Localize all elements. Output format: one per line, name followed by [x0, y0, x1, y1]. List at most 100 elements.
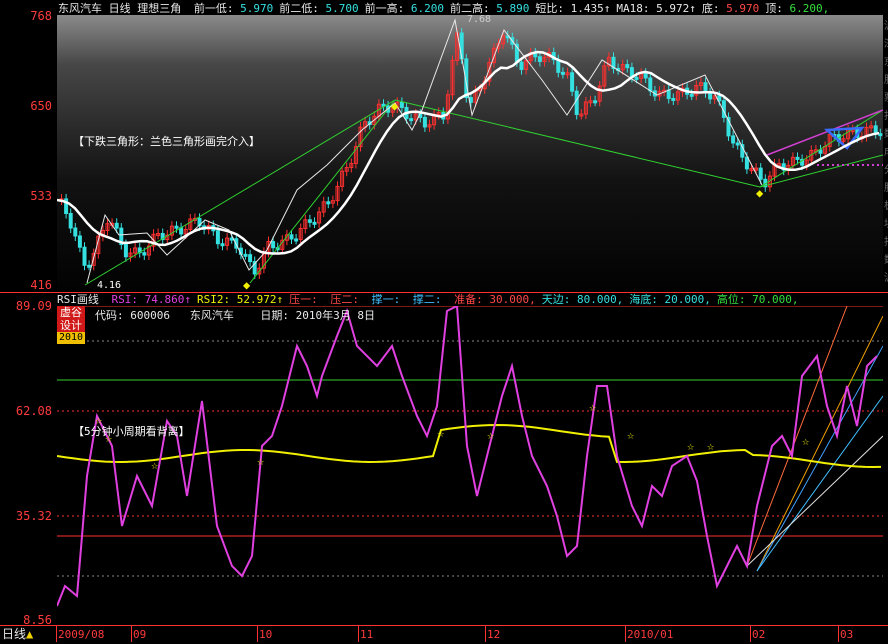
candle-body [114, 222, 119, 229]
header-item-label: 顶: [765, 2, 783, 15]
star-icon: ☆ [95, 413, 103, 427]
badge-text-2: 设计 [57, 319, 85, 332]
candle-body [625, 64, 630, 69]
candle-body [87, 264, 92, 268]
header-item-value: 1.435↑ [564, 2, 611, 15]
candle-body [220, 243, 225, 247]
candle-body [574, 90, 579, 115]
header-item-label: 前二低: [279, 2, 319, 15]
candle-body [294, 238, 299, 242]
header-item-value: 5.970 [233, 2, 274, 15]
rsi-param-value [441, 293, 448, 306]
candle-body [560, 71, 565, 75]
rsi-param-label: 撑二: [412, 293, 442, 306]
date-tick [257, 626, 258, 642]
candle-body [73, 227, 78, 237]
rsi-annotation: 【5分钟小周期看背离】 [73, 425, 190, 438]
star-icon: ☆ [487, 428, 495, 442]
rsi-param-label: RSI2: [196, 293, 231, 306]
candle-body [312, 221, 317, 225]
header-item-label: MA18: [616, 2, 650, 15]
date-label: 日期: [260, 309, 289, 322]
candle-body [77, 235, 82, 248]
right-edge-labels: 沪深京股票指数成分股板块指数沪 [884, 18, 888, 288]
price-label-bottom: 416 [30, 278, 52, 292]
date-tick [750, 626, 751, 642]
candle-body [818, 149, 823, 154]
rsi-label-top: 89.09 [15, 299, 52, 313]
triangle-up-icon[interactable]: ▲ [26, 627, 33, 641]
date-tick-label: 2009/08 [58, 628, 105, 641]
rsi-title[interactable]: RSI画线 [57, 293, 99, 306]
candle-body [68, 212, 73, 229]
candle-body [593, 100, 598, 104]
rsi-param-label: 压一: [289, 293, 318, 306]
header-item-label: 短比: [535, 2, 564, 15]
period-label[interactable]: 日线 [109, 2, 131, 15]
date-tick-label: 02 [752, 628, 766, 641]
header-item-value: 5.970 [719, 2, 760, 15]
candle-body [174, 225, 179, 229]
rsi-panel[interactable]: 代码: 600006 东风汽车 日期: 2010年3月 8日 虚谷 设计 201… [57, 306, 883, 624]
stock-name[interactable]: 东风汽车 [58, 2, 102, 15]
rsi-chart[interactable] [57, 306, 883, 624]
rsi-param-label: RSI: [111, 293, 139, 306]
price-label-650: 650 [30, 99, 52, 113]
badge-text-1: 虚谷 [57, 306, 85, 319]
rsi-param-value [400, 293, 407, 306]
designer-badge: 虚谷 设计 2010 [57, 306, 85, 344]
date-tick-label: 12 [487, 628, 501, 641]
price-label-533: 533 [30, 189, 52, 203]
star-icon: ☆ [151, 458, 159, 472]
indicator-name[interactable]: 理想三角 [137, 2, 181, 15]
candle-body [271, 241, 276, 249]
rsi-param-value: 30.000, [482, 293, 536, 306]
pattern-annotation: 【下跌三角形：兰色三角形画完介入】 [73, 135, 260, 148]
diamond-marker: ◆ [391, 99, 399, 113]
low-value-label: 4.16 [97, 280, 122, 291]
star-icon: ☆ [589, 400, 597, 414]
rsi-label-35: 35.32 [15, 509, 52, 523]
rsi-header: RSI画线 RSI: 74.860↑ RSI2: 52.972↑ 压一: 压二: 撑… [57, 293, 799, 306]
date-tick [485, 626, 486, 642]
rsi-param-label: 天边: [541, 293, 571, 306]
date-tick [838, 626, 839, 642]
star-icon: ☆ [687, 439, 695, 453]
rsi-param-label: 压二: [330, 293, 359, 306]
candle-body [643, 72, 648, 79]
candle-body [878, 133, 883, 137]
period-button[interactable]: 日线▲ [2, 627, 33, 641]
candle-body [142, 252, 147, 256]
date-tick-label: 11 [360, 628, 374, 641]
rsi-param-label: 海底: [629, 293, 658, 306]
candle-body [422, 116, 427, 128]
rsi-param-value: 20.000, [657, 293, 711, 306]
rsi-param-value [318, 293, 325, 306]
stock-info: 代码: 600006 东风汽车 日期: 2010年3月 8日 [95, 307, 375, 323]
rsi-param-value: 80.000, [570, 293, 624, 306]
rsi-param-label: 高位: [716, 293, 746, 306]
star-icon: ☆ [707, 439, 715, 453]
date-tick-label: 2010/01 [627, 628, 674, 641]
date-tick [131, 626, 132, 642]
candle-body [307, 219, 312, 223]
candlestick-panel[interactable]: 【下跌三角形：兰色三角形画完介入】 7.68 4.16 ◆ ◆ ◆ [57, 15, 883, 291]
date-tick [358, 626, 359, 642]
header-item-label: 前一高: [364, 2, 405, 15]
candle-body [409, 118, 414, 122]
stock-code: 600006 [130, 309, 170, 322]
candlestick-chart[interactable] [57, 15, 883, 291]
period-button-label[interactable]: 日线 [2, 627, 26, 641]
triangle-line [759, 109, 883, 188]
date-tick-label: 03 [840, 628, 854, 641]
candle-body [708, 92, 713, 100]
candle-body [399, 101, 404, 108]
triangle-line [249, 99, 396, 284]
rsi-param-value: 70.000, [745, 293, 799, 306]
candle-body [537, 56, 542, 62]
candle-body [795, 156, 800, 160]
candle-body [731, 135, 736, 144]
date-tick-label: 10 [259, 628, 273, 641]
rsi-param-label: 撑一: [371, 293, 401, 306]
rsi-param-value: 74.860↑ [138, 293, 191, 306]
